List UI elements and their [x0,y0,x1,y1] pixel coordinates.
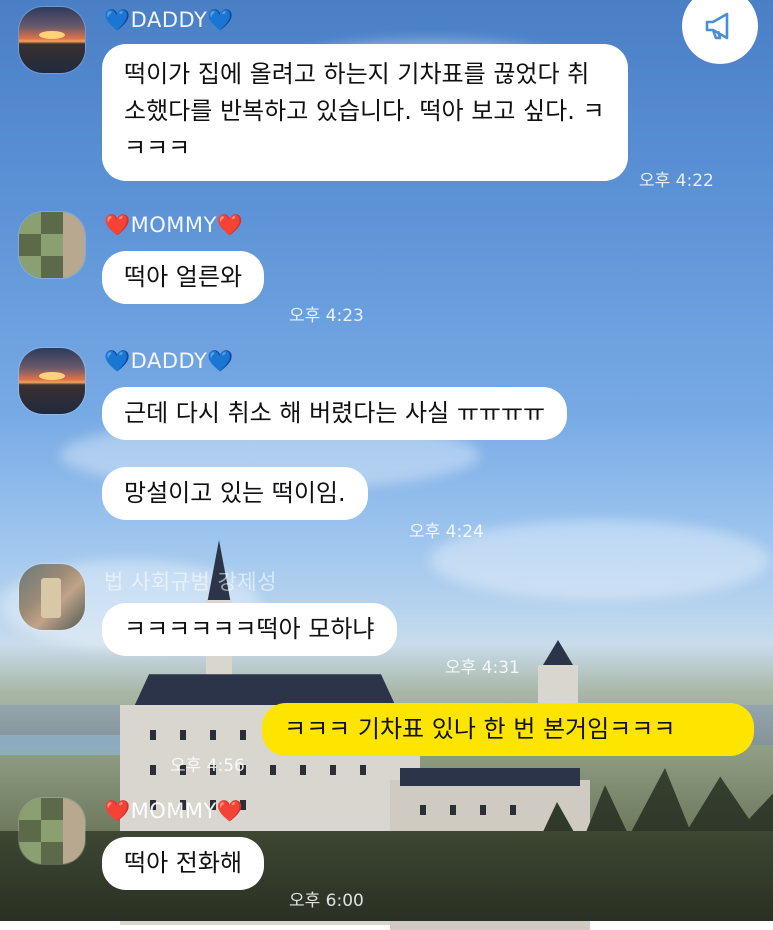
message-time: 오후 4:24 [409,522,484,542]
avatar-mommy[interactable] [19,798,85,864]
message-time: 오후 4:56 [170,756,245,776]
message-time: 오후 4:23 [289,306,364,326]
message-bubble[interactable]: 떡아 전화해 [102,837,265,890]
sender-name-mommy: ❤️MOMMY❤️ [104,799,244,823]
megaphone-icon [705,12,729,40]
avatar-mommy[interactable] [19,212,85,278]
sender-name-mommy: ❤️MOMMY❤️ [104,213,244,237]
message-bubble[interactable]: ㅋㅋㅋㅋㅋㅋ떡아 모하냐 [102,603,397,656]
message-bubble[interactable]: 떡아 얼른와 [102,251,265,304]
sender-name-daddy: 💙DADDY💙 [104,8,234,32]
avatar-daddy[interactable] [19,348,85,414]
sender-name-daddy: 💙DADDY💙 [104,349,234,373]
my-message-bubble[interactable]: ㅋㅋㅋ 기차표 있나 한 번 본거임ㅋㅋㅋ [262,703,754,756]
message-time: 오후 4:31 [445,658,520,678]
message-bubble[interactable]: 근데 다시 취소 해 버렸다는 사실 ㅠㅠㅠㅠ [102,387,568,440]
sender-name-friend: 법 사회규범 강제성 [104,570,277,594]
avatar-friend[interactable] [19,564,85,630]
message-bubble[interactable]: 망설이고 있는 떡이임. [102,467,368,520]
message-bubble[interactable]: 떡이가 집에 올려고 하는지 기차표를 끊었다 취소했다를 반복하고 있습니다.… [102,44,628,181]
message-time: 오후 4:22 [639,171,714,191]
avatar-daddy[interactable] [19,7,85,73]
message-time: 오후 6:00 [289,891,364,911]
